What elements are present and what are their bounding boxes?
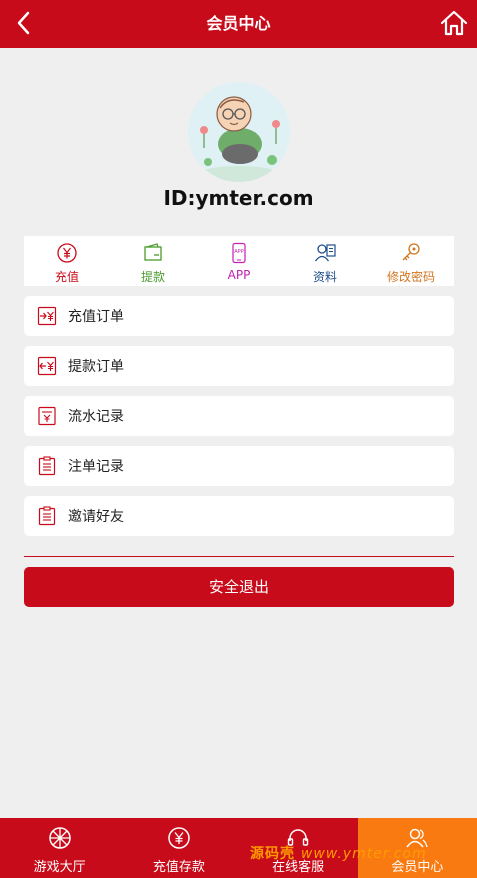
bet-record-icon: [38, 456, 56, 476]
top-bar: 会员中心: [0, 0, 477, 48]
users-icon: [406, 828, 429, 848]
avatar-illustration: [188, 82, 290, 182]
deposit-order-icon: [37, 306, 57, 326]
quick-actions: 充值 提款 APP APP 资料 修改密码: [24, 236, 454, 286]
tab-game-hall[interactable]: 游戏大厅: [0, 818, 119, 878]
svg-text:APP: APP: [234, 249, 243, 255]
profile-card-icon: [314, 244, 336, 262]
app-icon: APP: [232, 242, 246, 264]
user-id: ID:ymter.com: [163, 186, 314, 210]
ledger-icon: [38, 406, 56, 426]
yen-circle-icon: [168, 827, 190, 849]
menu-invite-friends[interactable]: 邀请好友: [24, 496, 454, 536]
wheel-icon: [48, 827, 71, 849]
tab-customer-service[interactable]: 在线客服: [239, 818, 358, 878]
quick-action-label: 提款: [140, 270, 165, 284]
tab-label: 充值存款: [152, 860, 205, 875]
invite-icon: [38, 506, 56, 526]
quick-action-app[interactable]: APP APP: [196, 236, 282, 286]
menu-withdraw-orders[interactable]: 提款订单: [24, 346, 454, 386]
withdraw-order-icon: [37, 356, 57, 376]
quick-action-deposit[interactable]: 充值: [24, 236, 110, 286]
tab-label: 游戏大厅: [33, 860, 86, 875]
quick-action-label: 修改密码: [386, 270, 435, 284]
menu-label: 提款订单: [68, 359, 124, 375]
yen-circle-icon: [57, 243, 77, 263]
avatar[interactable]: [188, 82, 290, 182]
divider: [24, 556, 454, 557]
tab-label: 会员中心: [391, 860, 444, 875]
menu-bet-records[interactable]: 注单记录: [24, 446, 454, 486]
wallet-icon: [144, 243, 162, 261]
page-title: 会员中心: [206, 14, 271, 33]
menu-label: 邀请好友: [68, 509, 124, 525]
tab-member-center[interactable]: 会员中心: [357, 818, 477, 878]
quick-action-label: 充值: [54, 270, 79, 284]
menu-label: 充值订单: [68, 309, 124, 325]
menu-ledger-records[interactable]: 流水记录: [24, 396, 454, 436]
quick-action-change-password[interactable]: 修改密码: [368, 236, 454, 286]
key-icon: [402, 243, 420, 261]
bottom-tab-bar: 游戏大厅 充值存款 在线客服 会员中心: [0, 818, 477, 878]
menu-label: 流水记录: [68, 409, 124, 425]
logout-button[interactable]: 安全退出: [24, 567, 454, 607]
menu-deposit-orders[interactable]: 充值订单: [24, 296, 454, 336]
menu-label: 注单记录: [68, 459, 124, 475]
headset-icon: [287, 829, 309, 846]
home-icon[interactable]: [439, 8, 469, 38]
tab-deposit[interactable]: 充值存款: [119, 818, 238, 878]
quick-action-label: APP: [227, 268, 251, 282]
quick-action-profile[interactable]: 资料: [282, 236, 368, 286]
quick-action-withdraw[interactable]: 提款: [110, 236, 196, 286]
quick-action-label: 资料: [312, 270, 337, 284]
tab-label: 在线客服: [272, 860, 325, 875]
